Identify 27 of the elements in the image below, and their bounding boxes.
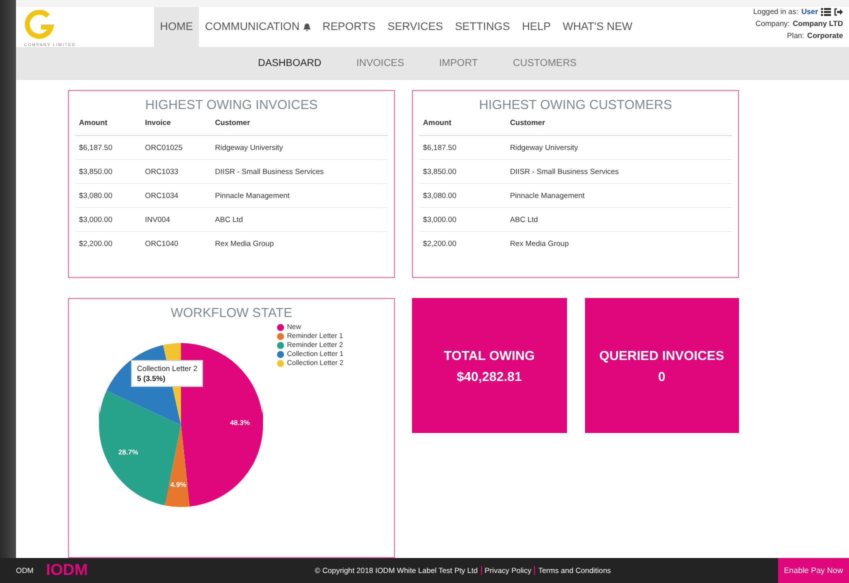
subnav-tab[interactable]: CUSTOMERS	[512, 58, 577, 69]
tile-value: $40,282.81	[456, 368, 522, 384]
pie-slice[interactable]	[164, 425, 190, 507]
nav-tab[interactable]: SETTINGS	[448, 7, 516, 47]
nav-tab[interactable]: HOME	[154, 7, 199, 47]
card-title: WORKFLOW STATE	[170, 305, 294, 320]
tile-label: TOTAL OWING	[444, 348, 535, 362]
tile-value: 0	[658, 368, 666, 384]
bell-icon	[302, 22, 311, 32]
nav-tab[interactable]: HELP	[516, 7, 557, 47]
nav-tab[interactable]: SERVICES	[382, 7, 449, 47]
tile-label: QUERIED INVOICES	[599, 348, 724, 362]
subnav-tab[interactable]: IMPORT	[439, 58, 478, 69]
list-icon[interactable]	[821, 8, 831, 16]
card-title: HIGHEST OWING CUSTOMERS	[478, 97, 674, 112]
subnav-tab[interactable]: DASHBOARD	[258, 58, 322, 69]
subnav-tab[interactable]: INVOICES	[356, 58, 404, 69]
nav-tab[interactable]: REPORTS	[316, 7, 382, 47]
enable-pay-button[interactable]: Enable Pay Now	[778, 558, 849, 583]
brand-logo: IODM	[46, 562, 88, 580]
nav-tab[interactable]: WHAT'S NEW	[556, 7, 638, 47]
summary-tile[interactable]: TOTAL OWING $40,282.81	[412, 298, 566, 433]
logo-icon	[24, 10, 56, 40]
nav-tab[interactable]: COMMUNICATION	[199, 7, 317, 47]
summary-tile[interactable]: QUERIED INVOICES 0	[584, 298, 739, 433]
card-title: HIGHEST OWING INVOICES	[144, 97, 319, 112]
logout-icon[interactable]	[834, 8, 843, 16]
